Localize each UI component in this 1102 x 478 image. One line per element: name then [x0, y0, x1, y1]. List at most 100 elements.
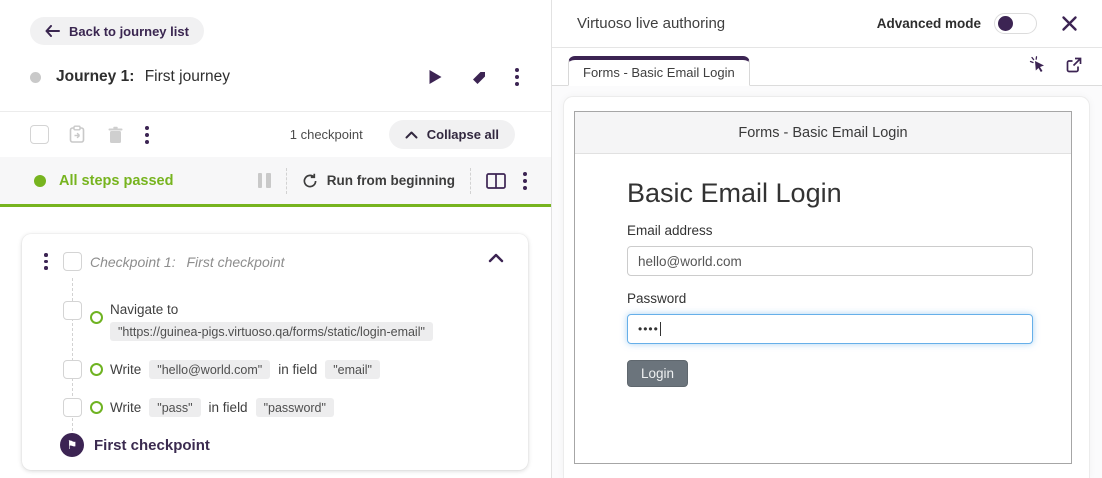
browser-tab-strip: Forms - Basic Email Login [552, 48, 1102, 86]
status-text: All steps passed [59, 172, 174, 189]
step-field-chip[interactable]: "email" [325, 360, 380, 379]
journey-menu-button[interactable] [513, 66, 521, 88]
paste-button[interactable] [66, 123, 88, 146]
step-target-chip[interactable]: "https://guinea-pigs.virtuoso.qa/forms/s… [110, 322, 433, 341]
step-status-ring-icon [90, 363, 103, 376]
checkpoint-title-label: Checkpoint 1: [90, 254, 176, 270]
tab-forms-basic-email-login[interactable]: Forms - Basic Email Login [568, 56, 750, 86]
step-action: Write [110, 362, 142, 377]
clipboard-icon [68, 125, 86, 144]
step-row[interactable]: Write "pass" in field "password" [110, 398, 334, 417]
columns-icon [486, 172, 506, 189]
app-preview-frame: Forms - Basic Email Login Basic Email Lo… [574, 111, 1072, 464]
pause-icon [257, 173, 263, 188]
interact-mode-button[interactable] [1027, 54, 1049, 76]
checkpoint-title-name: First checkpoint [186, 254, 285, 270]
divider [285, 167, 287, 194]
step-row[interactable]: Navigate to [110, 302, 178, 317]
journey-header: Journey 1: First journey [30, 62, 521, 92]
pause-icon [266, 173, 271, 188]
run-journey-button[interactable] [426, 67, 445, 87]
select-all-checkbox[interactable] [30, 125, 49, 144]
cursor-sparkle-icon [1029, 56, 1047, 74]
tag-icon [471, 70, 487, 85]
collapse-all-label: Collapse all [426, 127, 499, 142]
journey-title: Journey 1: First journey [56, 68, 230, 86]
external-link-icon [1066, 57, 1082, 73]
preview-page-header: Forms - Basic Email Login [575, 112, 1071, 154]
password-value: •••• [638, 322, 659, 336]
flag-glyph: ⚑ [66, 438, 78, 452]
preview-heading: Basic Email Login [627, 178, 842, 208]
email-field[interactable]: hello@world.com [627, 246, 1033, 276]
collapse-checkpoint-button[interactable] [486, 251, 506, 265]
step-checkbox[interactable] [63, 398, 82, 417]
close-icon [1061, 15, 1078, 32]
checkpoint-flag-label: First checkpoint [94, 437, 210, 454]
step-status-ring-icon [90, 401, 103, 414]
chevron-up-icon [405, 131, 418, 139]
tab-label: Forms - Basic Email Login [583, 65, 735, 80]
authoring-surface-background: Forms - Basic Email Login Basic Email Lo… [552, 86, 1102, 478]
step-row[interactable]: "https://guinea-pigs.virtuoso.qa/forms/s… [110, 322, 433, 341]
divider [470, 167, 471, 194]
tag-journey-button[interactable] [469, 68, 489, 87]
password-field[interactable]: •••• [627, 314, 1033, 344]
kebab-menu-icon [515, 68, 519, 86]
step-field-chip[interactable]: "password" [255, 398, 334, 417]
virtuoso-app: Back to journey list Journey 1: First jo… [0, 0, 1102, 478]
toggle-knob [998, 16, 1013, 31]
execution-status-bar: All steps passed Run from beginning [0, 157, 551, 207]
advanced-mode-label: Advanced mode [876, 16, 981, 31]
checkpoint-card: Checkpoint 1: First checkpoint Navigate … [22, 234, 528, 470]
play-icon [428, 69, 443, 85]
kebab-menu-icon [145, 125, 149, 144]
step-checkbox[interactable] [63, 301, 82, 320]
side-by-side-view-button[interactable] [484, 171, 508, 191]
step-row[interactable]: Write "hello@world.com" in field "email" [110, 360, 380, 379]
step-connector-text: in field [278, 362, 318, 377]
step-checkbox[interactable] [63, 360, 82, 379]
step-status-ring-icon [90, 311, 103, 324]
chevron-up-icon [488, 253, 504, 263]
step-connector-text: in field [208, 400, 248, 415]
close-panel-button[interactable] [1059, 13, 1080, 34]
checkpoint-flag-icon: ⚑ [60, 433, 84, 457]
collapse-all-button[interactable]: Collapse all [388, 120, 515, 149]
live-authoring-header: Virtuoso live authoring Advanced mode [552, 0, 1102, 48]
open-external-button[interactable] [1064, 55, 1084, 75]
live-authoring-panel: Virtuoso live authoring Advanced mode Fo… [551, 0, 1102, 478]
step-action: Write [110, 400, 142, 415]
back-button-label: Back to journey list [69, 23, 189, 39]
preview-page-title: Forms - Basic Email Login [738, 124, 908, 141]
kebab-menu-icon [523, 171, 527, 190]
authoring-surface: Forms - Basic Email Login Basic Email Lo… [563, 96, 1090, 478]
checkpoint-count: 1 checkpoint [289, 127, 363, 142]
email-label: Email address [627, 223, 713, 238]
status-dot [34, 174, 46, 187]
login-button-label: Login [641, 366, 675, 381]
text-caret [659, 322, 661, 336]
step-value-chip[interactable]: "pass" [149, 398, 201, 417]
trash-icon [107, 126, 124, 144]
back-arrow-icon [45, 25, 60, 37]
refresh-icon [302, 173, 318, 189]
delete-button[interactable] [105, 124, 126, 146]
pause-button[interactable] [256, 171, 273, 190]
checkpoint-checkbox[interactable] [63, 252, 82, 271]
step-value-chip[interactable]: "hello@world.com" [149, 360, 271, 379]
panel-title: Virtuoso live authoring [577, 15, 726, 32]
preview-page-body: Basic Email Login Email address hello@wo… [575, 154, 1071, 387]
toolbar-menu-button[interactable] [143, 124, 151, 146]
journey-name: First journey [144, 68, 230, 85]
journey-status-dot [30, 71, 41, 83]
journey-number: Journey 1: [56, 68, 135, 85]
advanced-mode-toggle[interactable] [994, 13, 1037, 34]
status-menu-button[interactable] [521, 170, 529, 192]
back-to-journey-list-button[interactable]: Back to journey list [30, 17, 204, 45]
password-label: Password [627, 291, 687, 306]
journey-panel: Back to journey list Journey 1: First jo… [0, 0, 551, 478]
run-from-beginning-button[interactable]: Run from beginning [300, 171, 457, 191]
login-button[interactable]: Login [627, 360, 689, 387]
checkpoint-drag-handle[interactable] [44, 253, 48, 270]
